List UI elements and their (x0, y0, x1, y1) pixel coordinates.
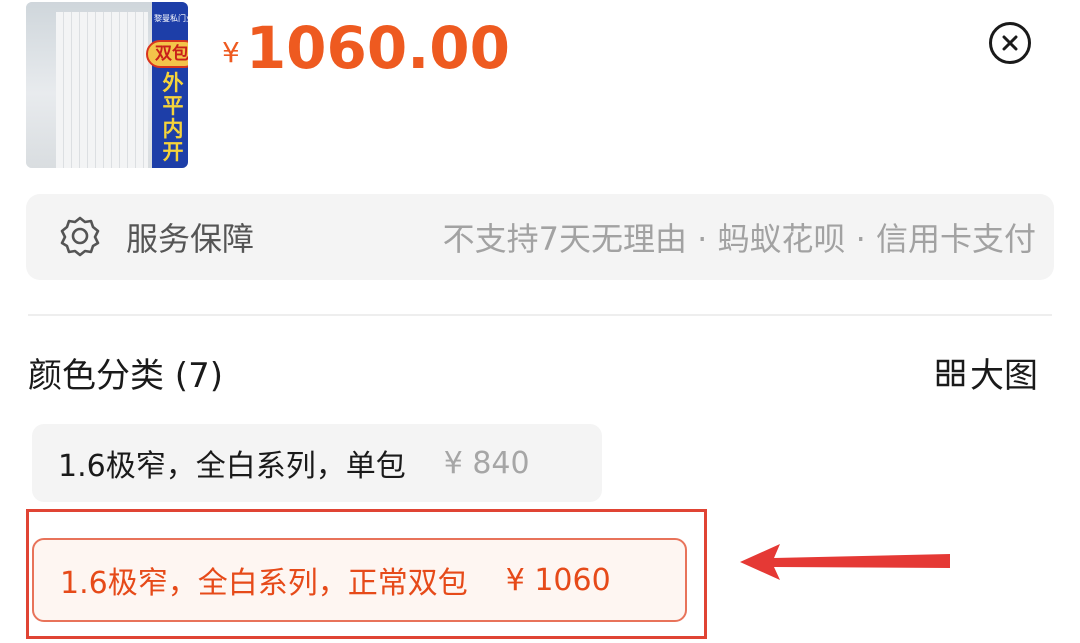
variant-option-price: ¥ 1060 (505, 562, 611, 598)
big-view-button[interactable]: 大图 (936, 348, 1038, 397)
service-description: 不支持7天无理由 · 蚂蚁花呗 · 信用卡支付 (442, 220, 1036, 258)
thumbnail-vertical-text: 外平内开 (162, 71, 184, 164)
price-display: ¥1060.00 (222, 14, 510, 82)
product-thumbnail[interactable]: 黎曼私门业 双包 外平内开 (26, 2, 188, 168)
grid-icon (936, 359, 965, 386)
thumbnail-badge: 双包 (146, 40, 188, 68)
variant-option-name: 1.6极窄，全白系列，单包 (58, 449, 406, 484)
thumbnail-door-image (56, 12, 148, 168)
close-button[interactable] (989, 22, 1031, 64)
price-currency-symbol: ¥ (222, 36, 240, 69)
variant-section-title: 颜色分类 (7) (28, 356, 223, 396)
service-label: 服务保障 (126, 220, 255, 258)
annotation-arrow-icon (740, 544, 950, 580)
variant-option-price: ¥ 840 (443, 445, 530, 481)
sku-selector-panel: 黎曼私门业 双包 外平内开 ¥1060.00 服务保障 不支持7天无理由 · 蚂… (0, 0, 1080, 643)
thumbnail-logo: 黎曼私门业 (154, 14, 188, 23)
section-divider (28, 314, 1052, 316)
big-view-label: 大图 (970, 356, 1038, 396)
price-value: 1060.00 (245, 14, 510, 82)
variant-option-selected[interactable]: 1.6极窄，全白系列，正常双包 ¥ 1060 (32, 538, 687, 622)
close-circle-icon (1002, 35, 1018, 51)
variant-option-name: 1.6极窄，全白系列，正常双包 (60, 566, 468, 601)
service-guarantee-row[interactable]: 服务保障 不支持7天无理由 · 蚂蚁花呗 · 信用卡支付 (26, 194, 1054, 280)
variant-option[interactable]: 1.6极窄，全白系列，单包 ¥ 840 (32, 424, 602, 502)
award-badge-icon (60, 216, 100, 257)
